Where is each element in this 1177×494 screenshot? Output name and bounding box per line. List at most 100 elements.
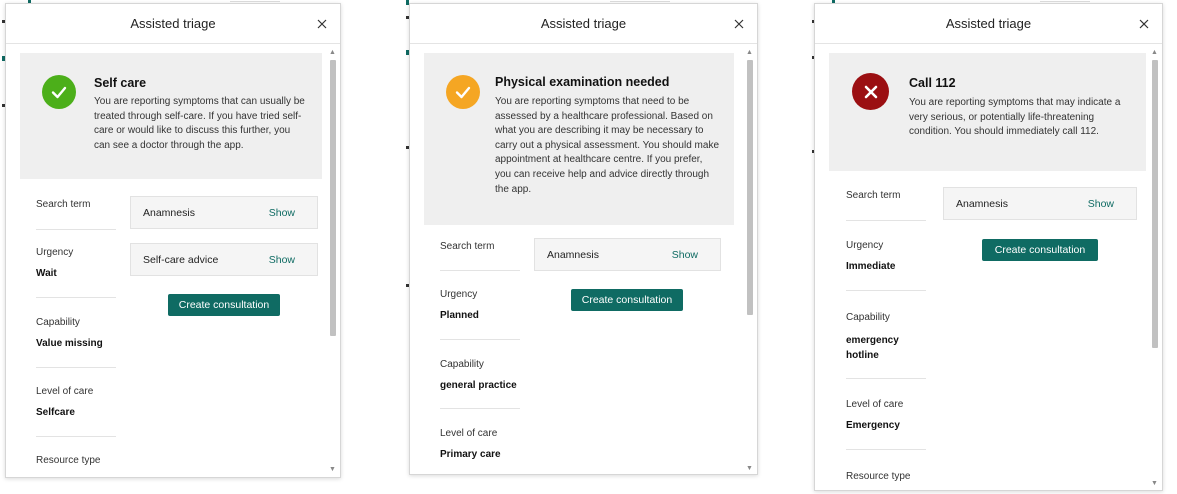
field-capability: Capability general practice — [440, 359, 520, 391]
dialog-title: Assisted triage — [945, 16, 1032, 31]
scrollbar[interactable]: ▲ ▼ — [1151, 49, 1158, 487]
triage-result-banner: Physical examination needed You are repo… — [424, 53, 734, 225]
item-label: Anamnesis — [143, 206, 195, 219]
background-mark — [1040, 1, 1090, 2]
field-urgency: Urgency Planned — [440, 289, 520, 321]
field-value: emergency hotline — [846, 335, 899, 361]
banner-description: You are reporting symptoms that can usua… — [94, 96, 305, 151]
field-label: Level of care — [440, 428, 498, 439]
divider — [36, 297, 116, 298]
field-label: Resource type — [846, 471, 911, 482]
field-search-term: Search term — [36, 199, 116, 210]
item-label: Anamnesis — [956, 197, 1008, 210]
triage-details: Search term Urgency Planned Capability g… — [440, 241, 520, 471]
field-label: Urgency — [440, 289, 478, 300]
background-mark — [230, 1, 280, 2]
field-urgency: Urgency Immediate — [846, 240, 926, 272]
field-label: Search term — [846, 190, 901, 201]
create-consultation-button[interactable]: Create consultation — [168, 294, 280, 316]
checkmark-icon — [42, 75, 76, 109]
self-care-advice-item: Self-care advice Show — [130, 243, 318, 276]
field-label: Capability — [846, 312, 890, 323]
field-search-term: Search term — [846, 190, 926, 201]
anamnesis-item: Anamnesis Show — [943, 187, 1137, 220]
field-level-of-care: Level of care Primary care — [440, 428, 520, 460]
field-resource-type: Resource type — [846, 471, 926, 482]
scrollbar-thumb[interactable] — [1152, 60, 1158, 348]
field-label: Urgency — [36, 247, 74, 258]
field-label: Search term — [440, 241, 495, 252]
banner-title: Physical examination needed — [495, 75, 670, 89]
show-link[interactable]: Show — [269, 254, 295, 266]
close-icon — [1139, 19, 1149, 29]
field-label: Capability — [440, 359, 484, 370]
field-urgency: Urgency Wait — [36, 247, 116, 279]
close-button[interactable] — [312, 14, 332, 34]
scroll-up-icon[interactable]: ▲ — [1151, 49, 1158, 56]
divider — [846, 449, 926, 450]
scrollbar[interactable]: ▲ ▼ — [329, 49, 336, 473]
field-level-of-care: Level of care Emergency — [846, 399, 926, 431]
scroll-up-icon[interactable]: ▲ — [329, 49, 336, 56]
dialog-title: Assisted triage — [540, 16, 627, 31]
field-value: Wait — [36, 268, 57, 279]
field-value: Selfcare — [36, 407, 75, 418]
dialog-header: Assisted triage — [410, 4, 757, 44]
dialog-body: Self care You are reporting symptoms tha… — [6, 44, 340, 477]
field-value: general practice — [440, 380, 517, 391]
field-label: Level of care — [846, 399, 904, 410]
divider — [440, 339, 520, 340]
divider — [36, 367, 116, 368]
dialog-body: Call 112 You are reporting symptoms that… — [815, 44, 1162, 490]
field-level-of-care: Level of care Selfcare — [36, 386, 116, 418]
divider — [846, 378, 926, 379]
close-icon — [734, 19, 744, 29]
dialog-body: Physical examination needed You are repo… — [410, 44, 757, 474]
anamnesis-item: Anamnesis Show — [534, 238, 721, 271]
close-button[interactable] — [1134, 14, 1154, 34]
triage-dialog-call-112: Assisted triage Call 112 You are reporti… — [814, 3, 1163, 491]
scroll-down-icon[interactable]: ▼ — [746, 465, 753, 472]
anamnesis-item: Anamnesis Show — [130, 196, 318, 229]
banner-title: Self care — [94, 76, 147, 90]
field-value: Emergency — [846, 420, 900, 431]
field-capability: Capability emergency hotline — [846, 312, 926, 363]
divider — [440, 270, 520, 271]
scroll-down-icon[interactable]: ▼ — [1151, 480, 1158, 487]
field-value: Primary care — [440, 449, 501, 460]
item-label: Self-care advice — [143, 253, 219, 266]
close-button[interactable] — [729, 14, 749, 34]
scrollbar-thumb[interactable] — [330, 60, 336, 336]
field-value: Value missing — [36, 338, 103, 349]
show-link[interactable]: Show — [1088, 198, 1114, 210]
field-label: Level of care — [36, 386, 94, 397]
triage-details: Search term Urgency Wait Capability Valu… — [36, 199, 116, 477]
item-label: Anamnesis — [547, 248, 599, 261]
divider — [846, 290, 926, 291]
cross-icon — [852, 73, 889, 110]
scroll-down-icon[interactable]: ▼ — [329, 466, 336, 473]
field-search-term: Search term — [440, 241, 520, 252]
banner-title: Call 112 — [909, 76, 956, 90]
background-mark — [610, 1, 670, 2]
banner-description: You are reporting symptoms that may indi… — [909, 97, 1121, 138]
create-consultation-button[interactable]: Create consultation — [982, 239, 1098, 261]
show-link[interactable]: Show — [672, 249, 698, 261]
scrollbar-thumb[interactable] — [747, 60, 753, 315]
dialog-header: Assisted triage — [815, 4, 1162, 44]
divider — [440, 408, 520, 409]
field-value: Planned — [440, 310, 479, 321]
create-consultation-button[interactable]: Create consultation — [571, 289, 683, 311]
show-link[interactable]: Show — [269, 207, 295, 219]
dialog-header: Assisted triage — [6, 4, 340, 44]
checkmark-icon — [446, 75, 480, 109]
triage-result-banner: Call 112 You are reporting symptoms that… — [829, 53, 1146, 171]
triage-dialog-physical-examination: Assisted triage Physical examination nee… — [409, 3, 758, 475]
scrollbar[interactable]: ▲ ▼ — [746, 49, 753, 472]
field-label: Resource type — [36, 455, 101, 466]
divider — [36, 229, 116, 230]
field-label: Urgency — [846, 240, 884, 251]
triage-details: Search term Urgency Immediate Capability… — [846, 190, 926, 490]
scroll-up-icon[interactable]: ▲ — [746, 49, 753, 56]
divider — [846, 220, 926, 221]
